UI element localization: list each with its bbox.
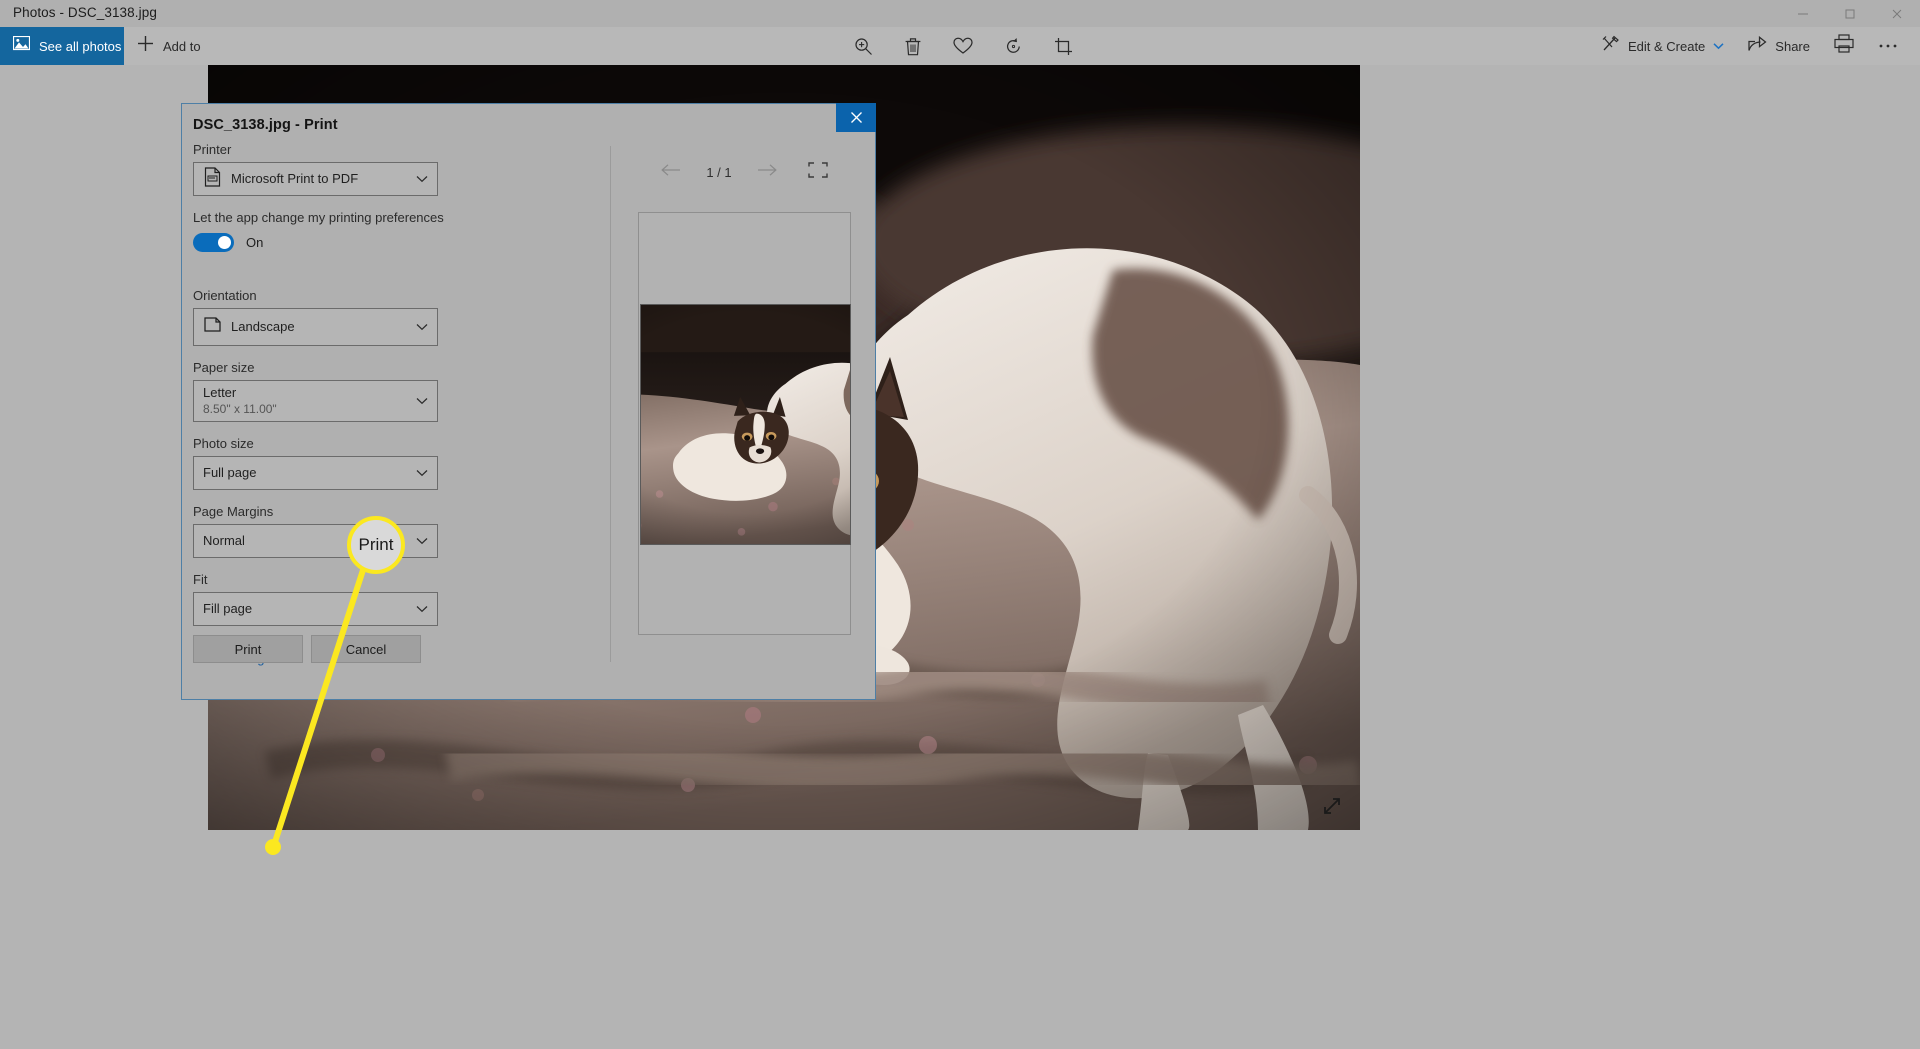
see-all-photos-button[interactable]: See all photos: [0, 27, 124, 65]
page-landscape-icon: [203, 316, 222, 338]
paper-size-select[interactable]: Letter 8.50" x 11.00": [193, 380, 438, 422]
page-margins-label: Page Margins: [193, 504, 274, 519]
callout-bubble: Print: [347, 516, 405, 574]
minimize-button[interactable]: [1779, 0, 1826, 27]
paper-size-label: Paper size: [193, 360, 255, 375]
command-bar: See all photos Add to Edit & Create Shar…: [0, 27, 1920, 65]
see-all-photos-label: See all photos: [39, 38, 122, 54]
orientation-label: Orientation: [193, 288, 257, 303]
print-dialog: DSC_3138.jpg - Print Printer Microsoft P…: [181, 103, 876, 700]
trash-icon[interactable]: [888, 27, 938, 65]
share-icon: [1748, 35, 1767, 57]
add-to-button[interactable]: Add to: [137, 27, 201, 65]
callout-label: Print: [358, 535, 394, 554]
right-toolbar: Edit & Create Share: [1590, 27, 1910, 65]
orientation-group: Orientation Landscape: [193, 288, 598, 346]
dialog-cancel-button[interactable]: Cancel: [311, 635, 421, 663]
printer-select[interactable]: Microsoft Print to PDF: [193, 162, 438, 196]
fit-select[interactable]: Fill page: [193, 592, 438, 626]
toggle-knob: [218, 236, 231, 249]
callout-endpoint: [265, 839, 281, 855]
orientation-select[interactable]: Landscape: [193, 308, 438, 346]
chevron-down-icon: [1713, 37, 1724, 55]
dialog-title: DSC_3138.jpg - Print: [193, 117, 338, 133]
printer-icon: [1834, 34, 1854, 58]
photo-size-select[interactable]: Full page: [193, 456, 438, 490]
arrow-right-icon[interactable]: [756, 163, 778, 182]
print-button[interactable]: [1822, 27, 1866, 65]
page-margins-value: Normal: [203, 532, 245, 548]
preview-photo: [640, 304, 851, 545]
more-ellipsis-icon[interactable]: [1866, 27, 1910, 65]
expand-diagonal-icon[interactable]: [1318, 792, 1346, 820]
title-bar: Photos - DSC_3138.jpg: [0, 0, 1920, 27]
close-icon: [850, 112, 862, 123]
fit-label: Fit: [193, 572, 208, 587]
chevron-down-icon: [416, 600, 428, 618]
fit-to-page-icon[interactable]: [808, 161, 828, 183]
chevron-down-icon: [416, 318, 428, 336]
heart-icon[interactable]: [938, 27, 988, 65]
chevron-down-icon: [416, 170, 428, 188]
rotate-icon[interactable]: [988, 27, 1038, 65]
preview-navigation: 1 / 1: [622, 158, 866, 186]
share-button[interactable]: Share: [1736, 27, 1822, 65]
preferences-toggle[interactable]: [193, 233, 234, 252]
add-to-label: Add to: [163, 38, 201, 54]
print-preview-panel: 1 / 1: [622, 146, 866, 662]
page-indicator: 1 / 1: [706, 164, 732, 180]
close-button[interactable]: [1873, 0, 1920, 27]
maximize-button[interactable]: [1826, 0, 1873, 27]
dialog-divider: [610, 146, 611, 662]
share-label: Share: [1775, 38, 1810, 54]
edit-create-icon: [1602, 35, 1620, 57]
photo-size-label: Photo size: [193, 436, 254, 451]
window-title: Photos - DSC_3138.jpg: [13, 5, 157, 20]
edit-create-button[interactable]: Edit & Create: [1590, 27, 1736, 65]
fit-value: Fill page: [203, 600, 253, 616]
printer-group: Printer Microsoft Print to PDF: [193, 142, 598, 196]
dialog-print-button[interactable]: Print: [193, 635, 303, 663]
edit-create-label: Edit & Create: [1627, 38, 1706, 54]
preferences-label: Let the app change my printing preferenc…: [193, 210, 444, 225]
dialog-button-row: Print Cancel: [193, 635, 421, 663]
zoom-in-icon[interactable]: [838, 27, 888, 65]
preview-page[interactable]: [638, 212, 851, 635]
preferences-toggle-row[interactable]: On: [193, 233, 598, 252]
paper-size-dimensions: 8.50" x 11.00": [203, 401, 277, 416]
center-toolbar: [838, 27, 1088, 65]
photo-size-value: Full page: [203, 464, 257, 480]
paper-size-value: Letter: [203, 385, 237, 401]
chevron-down-icon: [416, 532, 428, 550]
preferences-state: On: [246, 235, 264, 250]
crop-icon[interactable]: [1038, 27, 1088, 65]
chevron-down-icon: [416, 392, 428, 410]
orientation-value: Landscape: [231, 318, 295, 334]
fit-group: Fit Fill page: [193, 572, 598, 626]
printer-label: Printer: [193, 142, 232, 157]
plus-icon: [137, 35, 154, 57]
photo-size-group: Photo size Full page: [193, 436, 598, 490]
printer-document-icon: [203, 166, 222, 192]
paper-size-group: Paper size Letter 8.50" x 11.00": [193, 360, 598, 422]
photos-icon: [12, 35, 31, 56]
chevron-down-icon: [416, 464, 428, 482]
window-controls: [1779, 0, 1920, 27]
arrow-left-icon[interactable]: [660, 163, 682, 182]
print-settings-panel: Printer Microsoft Print to PDF Let the a…: [193, 142, 598, 668]
preferences-group: Let the app change my printing preferenc…: [193, 210, 598, 252]
dialog-close-button[interactable]: [836, 103, 876, 132]
printer-value: Microsoft Print to PDF: [231, 170, 359, 186]
app-root: Photos - DSC_3138.jpg See all photos Add…: [0, 0, 1920, 1049]
